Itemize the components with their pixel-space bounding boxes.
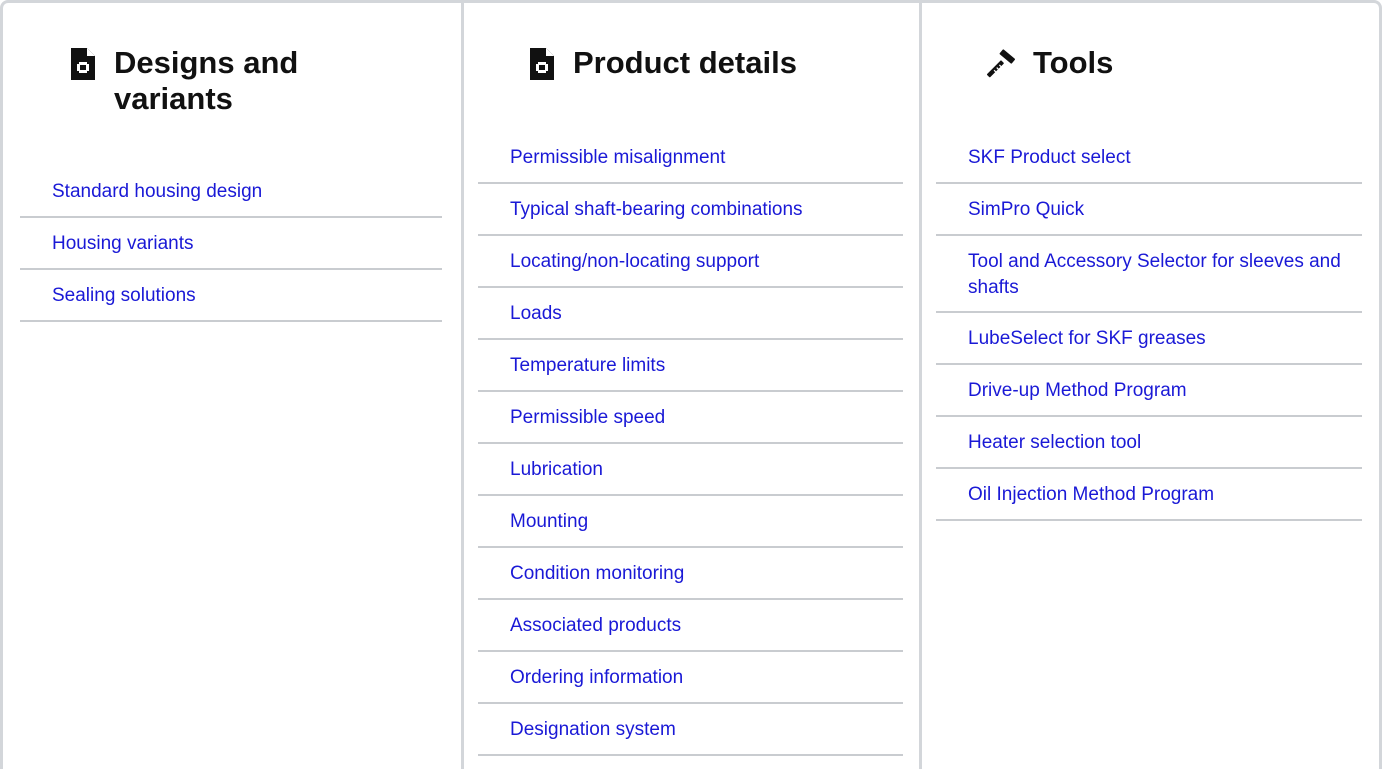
list-item: Permissible misalignment [478,132,903,184]
oil-injection-method-program-link[interactable]: Oil Injection Method Program [968,482,1214,508]
designs-variants-heading: Designs and variants [68,45,344,117]
list-item: Condition monitoring [478,548,903,600]
tools-links: SKF Product select SimPro Quick Tool and… [936,132,1362,521]
list-item: Locating/non-locating support [478,236,903,288]
tools-panel: Tools SKF Product select SimPro Quick To… [922,0,1382,769]
list-item: Designation system [478,704,903,756]
skf-product-select-link[interactable]: SKF Product select [968,145,1131,171]
list-item: Housing variants [20,218,442,270]
loads-link[interactable]: Loads [510,301,562,327]
associated-products-link[interactable]: Associated products [510,613,681,639]
sealing-solutions-link[interactable]: Sealing solutions [52,283,196,309]
lubrication-link[interactable]: Lubrication [510,457,603,483]
typical-shaft-bearing-combinations-link[interactable]: Typical shaft-bearing combinations [510,197,803,223]
list-item: Tool and Accessory Selector for sleeves … [936,236,1362,313]
condition-monitoring-link[interactable]: Condition monitoring [510,561,684,587]
heater-selection-tool-link[interactable]: Heater selection tool [968,430,1141,456]
product-details-heading: Product details [527,45,873,81]
list-item: Sealing solutions [20,270,442,322]
list-item: Ordering information [478,652,903,704]
product-details-title: Product details [573,45,797,80]
tool-accessory-selector-link[interactable]: Tool and Accessory Selector for sleeves … [968,249,1342,301]
standard-housing-design-link[interactable]: Standard housing design [52,179,262,205]
permissible-speed-link[interactable]: Permissible speed [510,405,665,431]
ordering-information-link[interactable]: Ordering information [510,665,683,691]
list-item: Loads [478,288,903,340]
permissible-misalignment-link[interactable]: Permissible misalignment [510,145,725,171]
list-item: Drive-up Method Program [936,365,1362,417]
housing-variants-link[interactable]: Housing variants [52,231,194,257]
tools-heading: Tools [987,45,1263,81]
locating-non-locating-support-link[interactable]: Locating/non-locating support [510,249,759,275]
list-item: Typical shaft-bearing combinations [478,184,903,236]
list-item: Standard housing design [20,166,442,218]
product-details-panel: Product details Permissible misalignment… [461,0,922,769]
hammer-ruler-icon [987,49,1016,78]
document-icon [530,48,554,80]
designation-system-link[interactable]: Designation system [510,717,676,743]
tools-title: Tools [1033,45,1114,80]
list-item: Temperature limits [478,340,903,392]
designs-variants-title: Designs and variants [114,45,299,116]
list-item: Associated products [478,600,903,652]
list-item: Lubrication [478,444,903,496]
lubeselect-link[interactable]: LubeSelect for SKF greases [968,326,1206,352]
mounting-link[interactable]: Mounting [510,509,588,535]
simpro-quick-link[interactable]: SimPro Quick [968,197,1084,223]
temperature-limits-link[interactable]: Temperature limits [510,353,665,379]
drive-up-method-program-link[interactable]: Drive-up Method Program [968,378,1187,404]
list-item: LubeSelect for SKF greases [936,313,1362,365]
list-item: Oil Injection Method Program [936,469,1362,521]
list-item: Heater selection tool [936,417,1362,469]
designs-variants-links: Standard housing design Housing variants… [20,166,442,322]
document-icon [71,48,95,80]
product-navigation: Designs and variants Standard housing de… [0,0,1382,769]
designs-variants-panel: Designs and variants Standard housing de… [0,0,461,769]
list-item: SKF Product select [936,132,1362,184]
product-details-links: Permissible misalignment Typical shaft-b… [478,132,903,756]
list-item: Permissible speed [478,392,903,444]
list-item: SimPro Quick [936,184,1362,236]
list-item: Mounting [478,496,903,548]
